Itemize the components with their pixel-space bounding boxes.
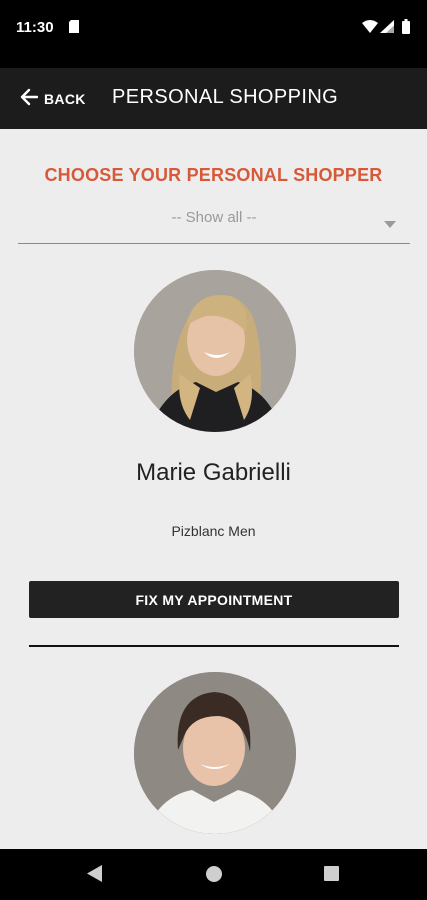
system-navigation-bar	[0, 849, 427, 900]
divider	[29, 645, 399, 647]
nav-recents-icon[interactable]	[324, 866, 339, 881]
back-label: BACK	[44, 91, 86, 107]
sim-card-icon	[69, 20, 79, 38]
status-time: 11:30	[16, 19, 54, 36]
nav-home-icon[interactable]	[206, 866, 222, 882]
page-title: PERSONAL SHOPPING	[112, 86, 339, 108]
status-bar: 11:30	[0, 0, 427, 68]
section-heading: CHOOSE YOUR PERSONAL SHOPPER	[44, 165, 383, 185]
fix-appointment-button[interactable]: FIX MY APPOINTMENT	[29, 581, 399, 618]
filter-selected-value: -- Show all --	[171, 209, 257, 226]
avatar	[134, 672, 296, 834]
shopper-list[interactable]: CHOOSE YOUR PERSONAL SHOPPER -- Show all…	[0, 129, 427, 849]
shopper-filter-select[interactable]: -- Show all --	[18, 207, 410, 244]
wifi-icon	[362, 20, 378, 38]
shopper-store: Pizblanc Men	[171, 523, 256, 539]
shopper-name: Marie Gabrielli	[136, 459, 291, 486]
back-button[interactable]: BACK	[20, 86, 86, 112]
arrow-left-icon	[20, 88, 39, 111]
app-bar: BACK PERSONAL SHOPPING	[0, 68, 427, 129]
battery-icon	[402, 19, 410, 39]
dropdown-caret-icon	[384, 215, 396, 233]
signal-icon	[380, 20, 394, 38]
nav-back-icon[interactable]	[87, 865, 102, 887]
avatar	[134, 270, 296, 432]
